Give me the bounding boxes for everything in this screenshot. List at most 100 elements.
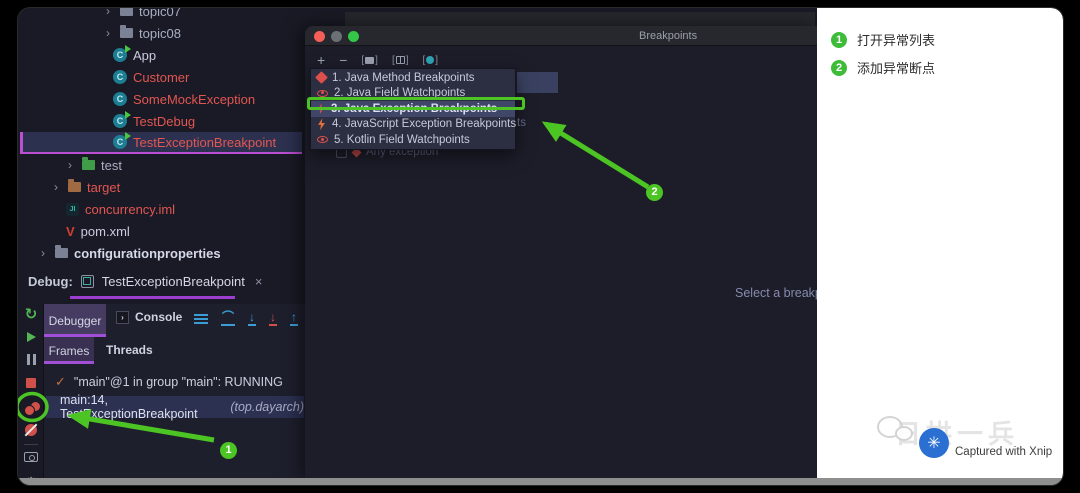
debug-session-icon	[80, 275, 94, 288]
step-out-icon[interactable]: ↑	[290, 311, 299, 326]
chevron-right-icon[interactable]: ›	[106, 26, 114, 40]
annotation-badge-1: 1	[220, 442, 237, 459]
java-class-runnable-icon: C	[113, 132, 131, 149]
debug-step-toolbar: ⌒ ↓ ↓ ↑	[194, 311, 299, 326]
note-item: 2 添加异常断点	[831, 58, 935, 77]
debug-session-tab[interactable]: TestExceptionBreakpoint	[102, 274, 245, 289]
dialog-title: Breakpoints	[639, 30, 698, 42]
thread-dump-camera-button[interactable]	[18, 452, 44, 462]
close-traffic-light[interactable]	[314, 31, 325, 42]
tree-item-target[interactable]: › target	[20, 176, 302, 198]
tree-item-test[interactable]: › test	[20, 154, 302, 176]
tree-item-concurrency-iml[interactable]: JI concurrency.iml	[20, 198, 302, 220]
tree-item-configurationproperties[interactable]: › configurationproperties	[20, 242, 302, 264]
chevron-right-icon[interactable]: ›	[54, 180, 62, 194]
chevron-right-icon[interactable]: ›	[106, 8, 114, 18]
zoom-traffic-light[interactable]	[348, 31, 359, 42]
tree-item-topic08[interactable]: › topic08	[20, 22, 302, 44]
menu-item-label: 5. Kotlin Field Watchpoints	[334, 133, 470, 146]
test-folder-icon	[82, 157, 95, 170]
menu-item-kotlin-field-watchpoints[interactable]: 5. Kotlin Field Watchpoints	[311, 132, 515, 148]
layout-settings-icon[interactable]	[194, 314, 208, 316]
tab-frames[interactable]: Frames	[44, 337, 94, 364]
step-over-icon[interactable]: ↓	[248, 311, 257, 326]
tree-item-label: topic08	[139, 25, 181, 41]
tree-item-label: pom.xml	[80, 223, 130, 239]
tab-console[interactable]: › Console	[116, 310, 182, 324]
watermark-captured-text: Captured with Xnip	[955, 446, 1053, 458]
folder-icon	[120, 25, 133, 38]
view-breakpoints-button[interactable]	[18, 402, 44, 416]
tree-item-label: topic07	[139, 8, 181, 19]
iml-file-icon: JI	[66, 202, 79, 216]
debug-tool-window: Debug: TestExceptionBreakpoint × Debugge…	[18, 270, 305, 485]
wechat-icon	[877, 416, 925, 452]
menu-item-javascript-exception-breakpoints[interactable]: 4. JavaScript Exception Breakpoints	[311, 117, 517, 133]
close-icon[interactable]: ×	[255, 274, 263, 289]
toolbar-divider	[24, 444, 38, 445]
stack-frame-row[interactable]: main:14, TestExceptionBreakpoint (top.da…	[46, 393, 304, 421]
chevron-right-icon[interactable]: ›	[68, 158, 76, 172]
tree-item-customer[interactable]: C Customer	[20, 66, 302, 88]
tree-item-app[interactable]: C App	[20, 44, 302, 66]
java-class-icon: C	[113, 70, 127, 84]
excluded-folder-icon	[68, 179, 81, 192]
mute-breakpoints-button[interactable]	[18, 424, 44, 436]
background-selected-row	[517, 72, 558, 93]
group-by-package-icon[interactable]	[392, 55, 409, 66]
tree-item-label: TestExceptionBreakpoint	[133, 134, 277, 150]
java-class-runnable-icon: C	[113, 45, 131, 62]
breakpoints-dialog: Breakpoints + − ts Any exception Select …	[305, 26, 817, 480]
menu-item-label: 3. Java Exception Breakpoints	[331, 102, 498, 115]
thread-status-text: "main"@1 in group "main": RUNNING	[73, 375, 283, 389]
xnip-logo-icon: ✳	[919, 428, 949, 458]
frame-package: (top.dayarch)	[230, 400, 304, 414]
note-number-badge: 2	[831, 59, 847, 76]
tab-threads[interactable]: Threads	[106, 343, 153, 357]
remove-breakpoint-button[interactable]: −	[339, 52, 347, 68]
console-tab-label: Console	[135, 310, 183, 324]
notes-panel: 1 打开异常列表 2 添加异常断点 日拱一兵 ✳ Captured with X…	[817, 8, 1063, 485]
pause-button[interactable]	[18, 354, 44, 365]
java-class-runnable-icon: C	[113, 111, 131, 128]
menu-item-java-method-breakpoints[interactable]: 1. Java Method Breakpoints	[311, 70, 515, 86]
tree-item-topic07[interactable]: › topic07	[20, 8, 302, 22]
js-exception-breakpoint-icon	[318, 118, 325, 131]
settings-gear-icon[interactable]: ⚙	[18, 475, 44, 485]
menu-item-java-field-watchpoints[interactable]: 2. Java Field Watchpoints	[311, 86, 515, 102]
menu-item-label: 2. Java Field Watchpoints	[334, 87, 466, 100]
dialog-titlebar[interactable]: Breakpoints	[305, 26, 817, 46]
exception-breakpoint-icon	[317, 103, 325, 115]
field-watchpoint-icon	[317, 89, 328, 97]
editor-tab-strip	[345, 12, 815, 27]
tree-item-somemockexception[interactable]: C SomeMockException	[20, 88, 302, 110]
tree-item-label: configurationproperties	[74, 245, 221, 261]
add-breakpoint-button[interactable]: +	[317, 52, 325, 68]
thread-status-line[interactable]: ✓ "main"@1 in group "main": RUNNING	[55, 374, 283, 390]
tree-item-testexceptionbreakpoint-selected[interactable]: C TestExceptionBreakpoint	[20, 132, 302, 154]
tree-item-testdebug[interactable]: C TestDebug	[20, 110, 302, 132]
session-tab-underline	[70, 296, 235, 299]
tree-item-label: test	[101, 157, 122, 173]
tree-item-pom-xml[interactable]: V pom.xml	[20, 220, 302, 242]
menu-item-label: 4. JavaScript Exception Breakpoints	[332, 118, 517, 131]
menu-item-java-exception-breakpoints[interactable]: 3. Java Exception Breakpoints	[311, 101, 515, 117]
tab-debugger[interactable]: Debugger	[44, 304, 106, 337]
annotation-badge-2: 2	[646, 184, 663, 201]
frame-location: main:14, TestExceptionBreakpoint	[60, 393, 198, 421]
java-class-icon: C	[113, 92, 127, 106]
group-by-class-icon[interactable]	[423, 55, 439, 66]
force-step-into-icon[interactable]: ↓	[269, 311, 278, 326]
chevron-right-icon[interactable]: ›	[41, 246, 49, 260]
maven-file-icon: V	[66, 223, 75, 239]
debug-left-toolbar: ↻ ⚙	[18, 304, 44, 485]
group-by-file-icon[interactable]	[361, 55, 378, 66]
checkmark-icon: ✓	[55, 374, 66, 389]
menu-item-label: 1. Java Method Breakpoints	[332, 71, 475, 84]
resume-button[interactable]	[18, 332, 44, 342]
note-text: 打开异常列表	[857, 33, 936, 48]
minimize-traffic-light[interactable]	[331, 31, 342, 42]
show-execution-point-icon[interactable]: ⌒	[221, 311, 236, 326]
stop-button[interactable]	[18, 378, 44, 388]
rerun-button[interactable]: ↻	[18, 307, 44, 322]
